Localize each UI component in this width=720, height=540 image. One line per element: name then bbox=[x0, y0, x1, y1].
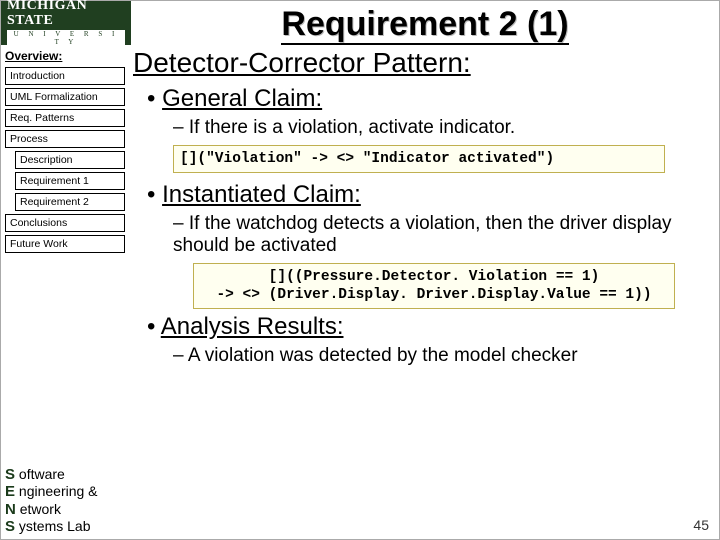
university-logo: MICHIGAN STATE U N I V E R S I T Y bbox=[1, 1, 131, 45]
analysis-results-label: Analysis Results: bbox=[147, 313, 705, 341]
code-box-2: []((Pressure.Detector. Violation == 1) -… bbox=[193, 263, 675, 309]
nav-uml-formalization[interactable]: UML Formalization bbox=[5, 88, 125, 106]
code-box-1: []("Violation" -> <> "Indicator activate… bbox=[173, 145, 665, 173]
nav-requirement-1[interactable]: Requirement 1 bbox=[15, 172, 125, 190]
sidebar-heading: Overview: bbox=[5, 49, 125, 63]
analysis-results-text: A violation was detected by the model ch… bbox=[173, 345, 705, 367]
nav-requirement-2[interactable]: Requirement 2 bbox=[15, 193, 125, 211]
nav-description[interactable]: Description bbox=[15, 151, 125, 169]
logo-line1: MICHIGAN STATE bbox=[7, 0, 125, 28]
slide-content: Detector-Corrector Pattern: General Clai… bbox=[131, 45, 719, 373]
content-heading: Detector-Corrector Pattern: bbox=[133, 47, 705, 79]
general-claim-text: If there is a violation, activate indica… bbox=[173, 117, 705, 139]
nav-introduction[interactable]: Introduction bbox=[5, 67, 125, 85]
nav-conclusions[interactable]: Conclusions bbox=[5, 214, 125, 232]
nav-process[interactable]: Process bbox=[5, 130, 125, 148]
instantiated-claim-text: If the watchdog detects a violation, the… bbox=[173, 213, 705, 257]
nav-req-patterns[interactable]: Req. Patterns bbox=[5, 109, 125, 127]
general-claim-label: General Claim: bbox=[147, 85, 705, 113]
slide-number: 45 bbox=[693, 517, 709, 533]
instantiated-claim-label: Instantiated Claim: bbox=[147, 181, 705, 209]
slide-title: Requirement 2 (1) bbox=[131, 1, 719, 45]
nav-future-work[interactable]: Future Work bbox=[5, 235, 125, 253]
lab-footer: S oftware E ngineering & N etwork S yste… bbox=[5, 466, 98, 535]
sidebar-nav: Overview: Introduction UML Formalization… bbox=[1, 45, 131, 373]
